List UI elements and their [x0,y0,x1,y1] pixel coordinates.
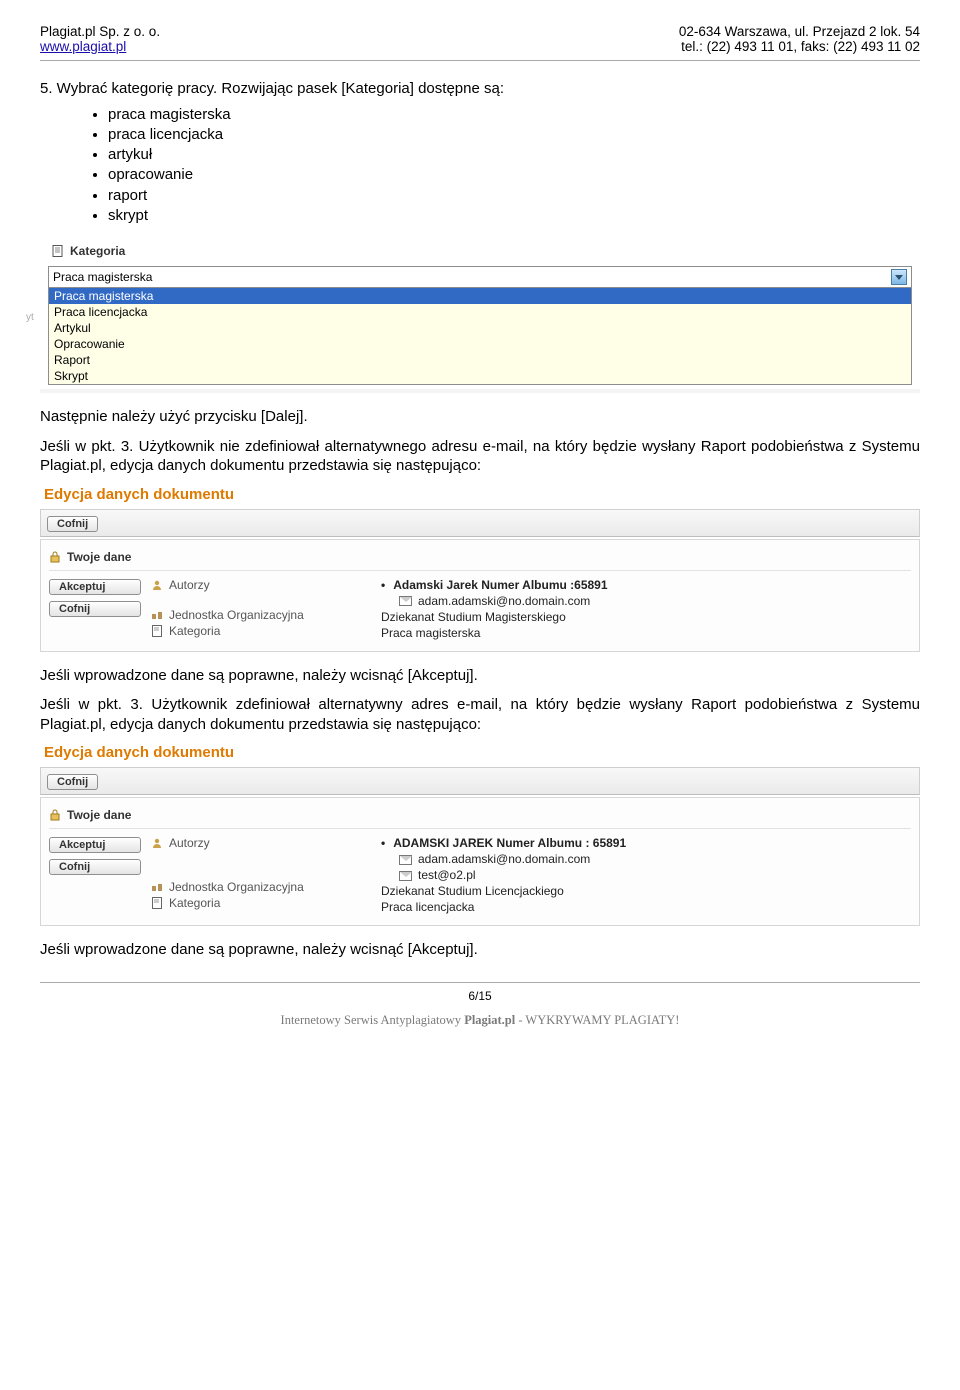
address: 02-634 Warszawa, ul. Przejazd 2 lok. 54 [679,24,920,39]
footer-divider [40,982,920,983]
sidenote-text: yt [26,312,34,323]
site-link[interactable]: www.plagiat.pl [40,39,126,54]
document-icon [52,245,64,257]
kategoria-label: Kategoria [169,624,220,638]
envelope-icon [399,855,412,865]
after-panel1-text: Jeśli wprowadzone dane są poprawne, nale… [40,666,920,686]
kategoria-value: Praca magisterska [381,625,911,641]
edycja-panel-1: Edycja danych dokumentu Cofnij Twoje dan… [40,486,920,652]
person-icon [151,579,163,591]
after-panel2-text: Jeśli wprowadzone dane są poprawne, nale… [40,940,920,960]
list-item: praca licencjacka [108,125,920,145]
para-3a: Jeśli w pkt. 3. Użytkownik nie zdefiniow… [40,437,920,476]
lock-icon [49,809,61,821]
list-item: skrypt [108,206,920,226]
author-value: ADAMSKI JAREK Numer Albumu : 65891 [381,836,626,850]
email-value: adam.adamski@no.domain.com [418,594,590,608]
cofnij-button[interactable]: Cofnij [49,601,141,617]
kategoria-label: Kategoria [169,896,220,910]
para-3b: Jeśli w pkt. 3. Użytkownik zdefiniował a… [40,695,920,734]
chevron-down-icon[interactable] [891,269,907,285]
cofnij-button[interactable]: Cofnij [49,859,141,875]
panel-title: Edycja danych dokumentu [44,744,920,761]
kategoria-selected-value: Praca magisterska [53,270,152,284]
akceptuj-button[interactable]: Akceptuj [49,837,141,853]
cofnij-button[interactable]: Cofnij [47,774,98,790]
list-item: raport [108,186,920,206]
select-option[interactable]: Praca licencjacka [49,304,911,320]
jednostka-value: Dziekanat Studium Licencjackiego [381,883,911,899]
panel-actionbar-top: Cofnij [40,509,920,537]
autorzy-label: Autorzy [169,836,210,850]
akceptuj-button[interactable]: Akceptuj [49,579,141,595]
page-number: 6/15 [40,989,920,1003]
autorzy-label: Autorzy [169,578,210,592]
section5-lead: 5. Wybrać kategorię pracy. Rozwijając pa… [40,79,920,99]
list-item: praca magisterska [108,105,920,125]
select-option[interactable]: Raport [49,352,911,368]
org-icon [151,881,163,893]
org-icon [151,609,163,621]
footer-tagline: Internetowy Serwis Antyplagiatowy Plagia… [40,1013,920,1028]
document-icon [151,897,163,909]
jednostka-label: Jednostka Organizacyjna [169,608,304,622]
select-option[interactable]: Praca magisterska [49,288,911,304]
lock-icon [49,551,61,563]
kategoria-select[interactable]: Praca magisterska Praca magisterska Prac… [48,266,912,385]
kategoria-dropdown-screenshot: Kategoria yt Praca magisterska Praca mag… [40,236,920,393]
company-name: Plagiat.pl Sp. z o. o. [40,24,160,39]
envelope-icon [399,871,412,881]
select-option[interactable]: Artykul [49,320,911,336]
after-dropdown-text: Następnie należy użyć przycisku [Dalej]. [40,407,920,427]
envelope-icon [399,596,412,606]
select-option[interactable]: Opracowanie [49,336,911,352]
panel-title: Edycja danych dokumentu [44,486,920,503]
list-item: opracowanie [108,165,920,185]
edycja-panel-2: Edycja danych dokumentu Cofnij Twoje dan… [40,744,920,926]
kategoria-value: Praca licencjacka [381,899,911,915]
twoje-dane-label: Twoje dane [67,808,131,822]
list-item: artykuł [108,145,920,165]
category-bullet-list: praca magisterska praca licencjacka arty… [40,105,920,227]
kategoria-label: Kategoria [70,244,125,258]
twoje-dane-label: Twoje dane [67,550,131,564]
document-icon [151,625,163,637]
email-value: adam.adamski@no.domain.com [418,852,590,866]
jednostka-label: Jednostka Organizacyjna [169,880,304,894]
panel-actionbar-top: Cofnij [40,767,920,795]
page-header: Plagiat.pl Sp. z o. o. www.plagiat.pl 02… [40,24,920,54]
author-value: Adamski Jarek Numer Albumu :65891 [381,578,608,592]
cofnij-button[interactable]: Cofnij [47,516,98,532]
person-icon [151,837,163,849]
select-option[interactable]: Skrypt [49,368,911,384]
header-divider [40,60,920,61]
jednostka-value: Dziekanat Studium Magisterskiego [381,609,911,625]
email-value: test@o2.pl [418,868,476,882]
phone: tel.: (22) 493 11 01, faks: (22) 493 11 … [679,39,920,54]
